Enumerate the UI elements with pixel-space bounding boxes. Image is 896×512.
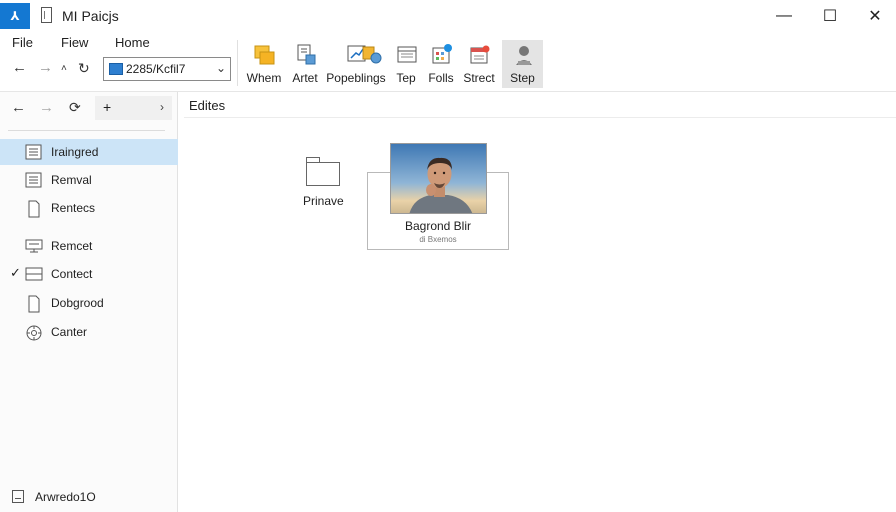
- sidebar-item-contect[interactable]: ✓ Contect: [0, 261, 178, 287]
- sidebar-item-label: Iraingred: [51, 145, 99, 159]
- photo-thumbnail[interactable]: [390, 143, 487, 214]
- ribbon-button-artet[interactable]: Artet: [288, 40, 322, 88]
- window-title: MI Paicjs: [62, 8, 119, 24]
- address-value: 2285/Kcfil7: [126, 62, 186, 76]
- folder-label: Prinave: [303, 194, 344, 208]
- gear-icon: [25, 324, 43, 341]
- monitor-icon: [25, 238, 43, 254]
- quick-access-box[interactable]: + ›: [95, 96, 172, 120]
- checkmark-icon: ✓: [10, 265, 21, 280]
- pin-icon[interactable]: ⟳: [69, 99, 81, 116]
- folder-icon: [109, 63, 123, 75]
- arrow-right-icon[interactable]: →: [38, 59, 53, 76]
- list-document-icon: [25, 144, 43, 160]
- menu-bar: File Fiew Home: [0, 32, 236, 54]
- properties-icon: [361, 43, 382, 65]
- sidebar-item-iraingred[interactable]: Iraingred: [0, 139, 178, 165]
- app-icon[interactable]: ⅄: [0, 3, 30, 29]
- ribbon-label: Popeblings: [326, 71, 386, 85]
- maximize-button[interactable]: ☐: [816, 6, 844, 26]
- document-icon: [41, 7, 52, 23]
- folders-icon: [254, 43, 275, 65]
- chevron-down-icon[interactable]: ⌄: [216, 61, 226, 75]
- menu-view[interactable]: Fiew: [61, 35, 88, 50]
- blank-document-icon: [25, 200, 43, 218]
- chevron-right-icon[interactable]: ›: [160, 100, 164, 114]
- arrow-left-icon[interactable]: ←: [12, 59, 27, 76]
- photo-title: Bagrond Blir: [404, 219, 472, 233]
- document-icon: [295, 43, 316, 65]
- sidebar-item-remval[interactable]: Remval: [0, 167, 178, 193]
- ribbon-label: Artet: [292, 71, 318, 85]
- sidebar-footer-label: Arwredo1O: [35, 490, 96, 504]
- sidebar-footer[interactable]: Arwredo1O: [0, 486, 178, 508]
- ribbon-label: Strect: [463, 71, 495, 85]
- ribbon-button-whem[interactable]: Whem: [244, 40, 284, 88]
- ribbon-label: Tep: [396, 71, 416, 85]
- person-icon: [513, 43, 533, 65]
- sidebar-item-label: Remcet: [51, 239, 93, 253]
- ribbon-button-folls[interactable]: Folls: [426, 40, 456, 88]
- menu-file[interactable]: File: [12, 35, 33, 50]
- sidebar-item-canter[interactable]: Canter: [0, 319, 178, 345]
- grid-icon: [431, 43, 452, 65]
- ribbon-label: Step: [510, 71, 535, 85]
- add-icon[interactable]: +: [103, 99, 111, 115]
- photo-subtitle: di Bxemos: [419, 235, 457, 244]
- address-bar[interactable]: 2285/Kcfil7 ⌄: [103, 57, 231, 81]
- blank-document-icon: [25, 295, 43, 313]
- ribbon-label: Whem: [246, 71, 282, 85]
- ribbon-overlay-icon: [360, 40, 382, 68]
- sidebar-item-rentecs[interactable]: Rentecs: [0, 195, 178, 221]
- sidebar-item-label: Remval: [51, 173, 92, 187]
- arrow-left-icon[interactable]: ←: [11, 99, 26, 116]
- sidebar-item-label: Dobgrood: [51, 296, 104, 310]
- sidebar-item-label: Contect: [51, 267, 93, 281]
- calendar-icon: [469, 43, 490, 65]
- menu-home[interactable]: Home: [115, 35, 150, 50]
- navigation-toolbar: ← → ˄ ↻ 2285/Kcfil7 ⌄: [0, 56, 236, 84]
- ribbon-divider: [237, 40, 238, 86]
- sidebar: ← → ⟳ + › Iraingred Remval Rentecs Remce…: [0, 92, 178, 512]
- sidebar-item-label: Canter: [51, 325, 88, 339]
- drive-icon: [12, 490, 24, 503]
- list-document-icon: [25, 172, 43, 188]
- breadcrumb[interactable]: Edites: [189, 98, 225, 113]
- properties-icon: [396, 43, 417, 65]
- arrow-right-icon[interactable]: →: [39, 99, 54, 116]
- sidebar-divider: [8, 130, 165, 131]
- sidebar-item-dobgrood[interactable]: Dobgrood: [0, 290, 178, 316]
- panel-icon: [25, 266, 43, 282]
- minimize-button[interactable]: —: [770, 6, 798, 26]
- content-divider: [184, 117, 896, 118]
- folder-icon: [306, 157, 340, 186]
- sidebar-item-remcet[interactable]: Remcet: [0, 233, 178, 259]
- close-button[interactable]: ✕: [861, 6, 889, 26]
- ribbon-button-strect[interactable]: Strect: [462, 40, 496, 88]
- ribbon-button-tep[interactable]: Tep: [392, 40, 420, 88]
- refresh-icon[interactable]: ↻: [78, 60, 90, 77]
- ribbon-label: Folls: [428, 71, 454, 85]
- sidebar-item-label: Rentecs: [51, 201, 96, 215]
- caret-up-icon[interactable]: ˄: [61, 63, 67, 74]
- title-bar: ⅄ MI Paicjs — ☐ ✕: [0, 0, 896, 32]
- ribbon-button-step[interactable]: Step: [502, 40, 543, 88]
